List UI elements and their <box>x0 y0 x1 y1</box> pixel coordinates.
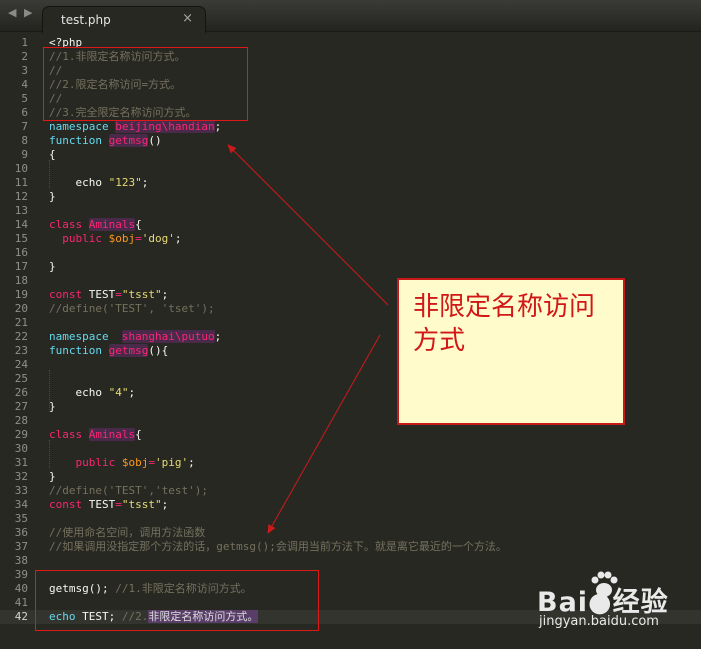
arrow-to-calls <box>267 334 381 534</box>
watermark-site: jingyan.baidu.com <box>539 614 659 629</box>
callout-note: 非限定名称访问方式 <box>397 278 625 425</box>
watermark: Bai●经验 jingyan.baidu.com <box>537 571 697 636</box>
paw-icon <box>591 571 618 597</box>
callout-text: 非限定名称访问方式 <box>413 292 596 356</box>
arrow-to-namespace <box>227 144 389 306</box>
